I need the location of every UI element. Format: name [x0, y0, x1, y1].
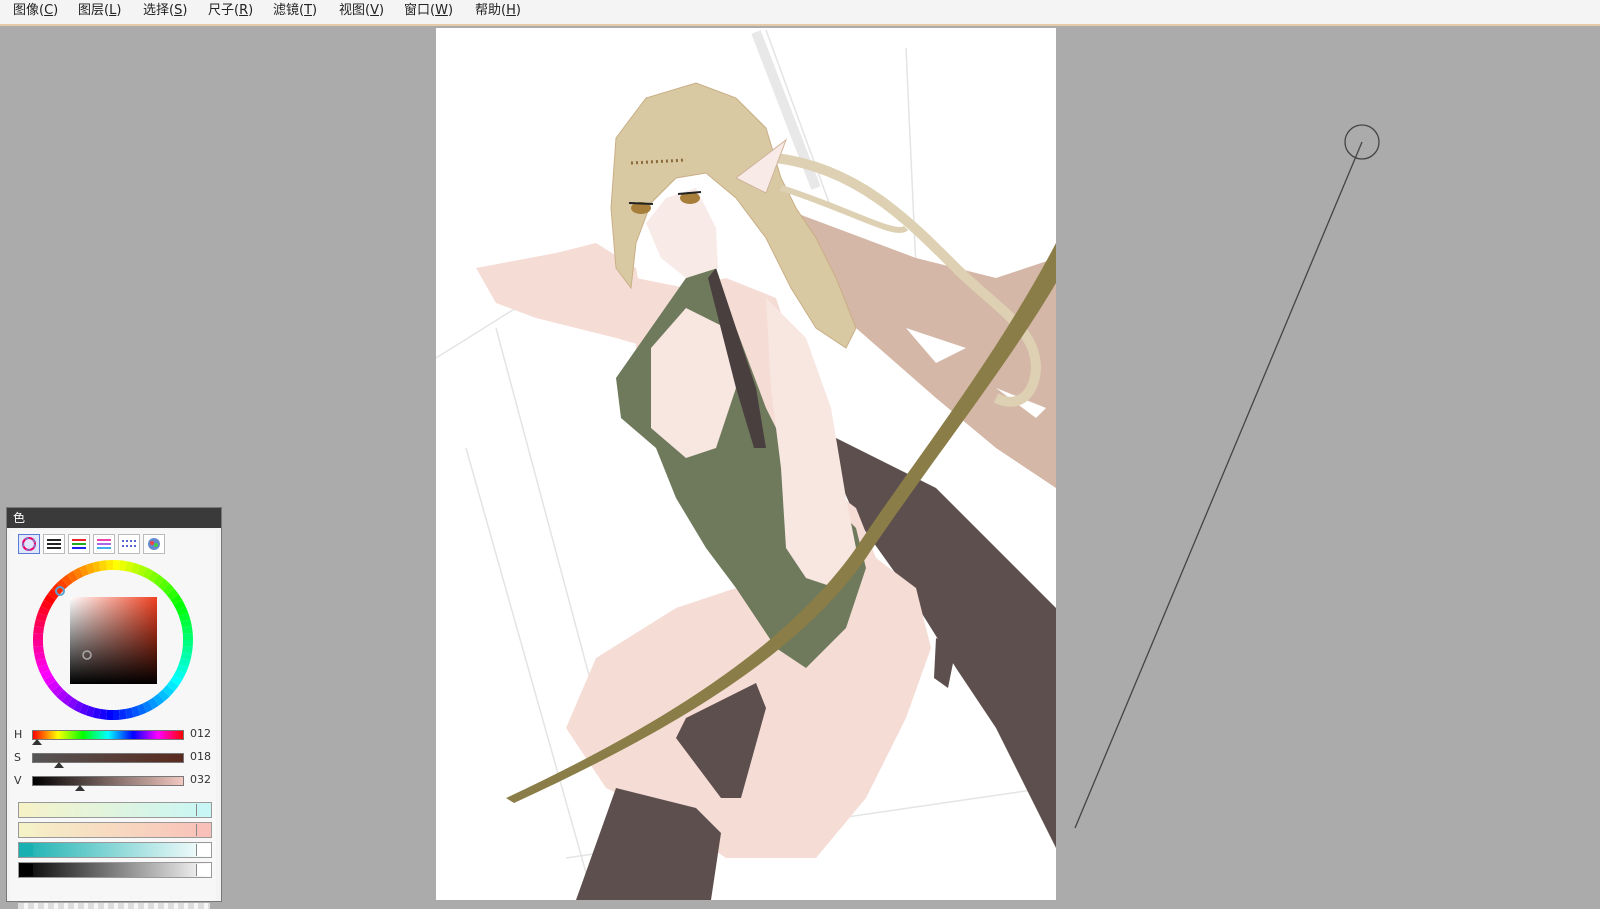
- color-wheel[interactable]: [30, 557, 196, 723]
- gradient-bar-2[interactable]: [18, 822, 212, 838]
- color-panel-body: H 012 S 018 V 032: [10, 530, 216, 909]
- hue-ring-segment[interactable]: [113, 560, 120, 571]
- hue-ring-segment[interactable]: [182, 633, 193, 640]
- hue-ring-segment[interactable]: [106, 709, 113, 720]
- palette-tab-icon[interactable]: [143, 534, 165, 554]
- hue-ring-segment[interactable]: [182, 640, 193, 647]
- gray-lines-tab-icon[interactable]: [43, 534, 65, 554]
- menu-layer[interactable]: 图层(L): [78, 0, 121, 22]
- color-panel: 色 H 012 S 018 V 032: [6, 507, 222, 909]
- value-slider-track[interactable]: [32, 776, 184, 786]
- rgb-sliders-tab-icon[interactable]: [68, 534, 90, 554]
- hue-ring-segment[interactable]: [106, 560, 113, 571]
- swatches-tab-icon[interactable]: [118, 534, 140, 554]
- ruler-guide-line: [1074, 141, 1363, 829]
- menu-filter[interactable]: 滤镜(T): [273, 0, 317, 22]
- hue-ring-segment[interactable]: [33, 640, 44, 647]
- menu-select[interactable]: 选择(S): [143, 0, 187, 22]
- menu-ruler[interactable]: 尺子(R): [208, 0, 253, 22]
- value-slider-thumb[interactable]: [75, 785, 85, 791]
- hue-ring-segment[interactable]: [113, 709, 120, 720]
- saturation-slider-row[interactable]: S 018: [14, 749, 214, 768]
- gradient-bar-1[interactable]: [18, 802, 212, 818]
- menu-help[interactable]: 帮助(H): [475, 0, 521, 22]
- canvas-workspace[interactable]: [0, 26, 1600, 900]
- hsv-sliders-tab-icon[interactable]: [93, 534, 115, 554]
- hue-slider-track[interactable]: [32, 730, 184, 740]
- menu-image[interactable]: 图像(C): [13, 0, 58, 22]
- color-panel-title: 色: [7, 508, 221, 528]
- saturation-slider-thumb[interactable]: [54, 762, 64, 768]
- hue-slider-row[interactable]: H 012: [14, 726, 214, 745]
- menu-view[interactable]: 视图(V): [339, 0, 384, 22]
- hue-slider-thumb[interactable]: [31, 739, 42, 745]
- value-slider-row[interactable]: V 032: [14, 772, 214, 791]
- color-wheel-tab-icon[interactable]: [18, 534, 40, 554]
- ruler-guide-overlay: [1074, 124, 1380, 829]
- gradient-bar-3[interactable]: [18, 842, 212, 858]
- menu-bar: 图像(C) 图层(L) 选择(S) 尺子(R) 滤镜(T) 视图(V) 窗口(W…: [0, 0, 1600, 26]
- hue-ring-segment[interactable]: [33, 633, 44, 640]
- menu-window[interactable]: 窗口(W): [404, 0, 453, 22]
- color-swatch-strip[interactable]: [18, 903, 210, 909]
- gradient-bar-4[interactable]: [18, 862, 212, 878]
